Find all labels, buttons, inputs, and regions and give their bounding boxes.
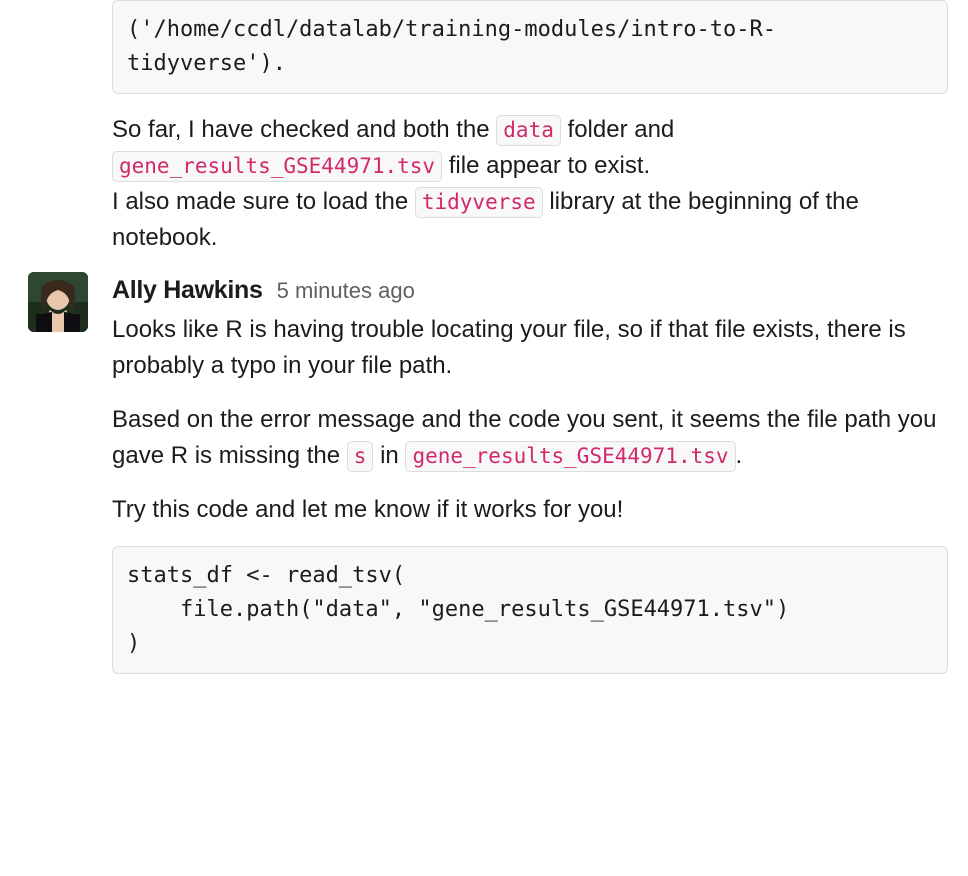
message-content: Ally Hawkins 5 minutes ago Looks like R … (100, 272, 948, 692)
inline-code: s (347, 441, 374, 472)
avatar-gutter (28, 272, 100, 692)
message-paragraph: So far, I have checked and both the data… (112, 112, 948, 256)
message-paragraph: Based on the error message and the code … (112, 402, 948, 474)
code-block[interactable]: stats_df <- read_tsv( file.path("data", … (112, 546, 948, 674)
text-run: So far, I have checked and both the (112, 116, 496, 143)
author-name[interactable]: Ally Hawkins (112, 272, 263, 310)
text-run: file appear to exist. (442, 152, 650, 179)
inline-code: tidyverse (415, 187, 543, 218)
text-run: in (373, 442, 405, 469)
text-run: . (736, 442, 743, 469)
avatar-image (28, 272, 88, 332)
inline-code: gene_results_GSE44971.tsv (112, 151, 442, 182)
code-block[interactable]: ('/home/ccdl/datalab/training-modules/in… (112, 0, 948, 94)
text-run: folder and (561, 116, 674, 143)
message: ('/home/ccdl/datalab/training-modules/in… (0, 0, 968, 264)
avatar[interactable] (28, 272, 88, 332)
inline-code: data (496, 115, 561, 146)
message-paragraph: Try this code and let me know if it work… (112, 492, 948, 528)
message-content: ('/home/ccdl/datalab/training-modules/in… (100, 0, 948, 256)
text-run: I also made sure to load the (112, 188, 415, 215)
message-paragraph: Looks like R is having trouble locating … (112, 312, 948, 384)
timestamp[interactable]: 5 minutes ago (277, 274, 415, 307)
inline-code: gene_results_GSE44971.tsv (405, 441, 735, 472)
chat-thread: ('/home/ccdl/datalab/training-modules/in… (0, 0, 968, 700)
message: Ally Hawkins 5 minutes ago Looks like R … (0, 264, 968, 700)
message-header: Ally Hawkins 5 minutes ago (112, 272, 948, 310)
